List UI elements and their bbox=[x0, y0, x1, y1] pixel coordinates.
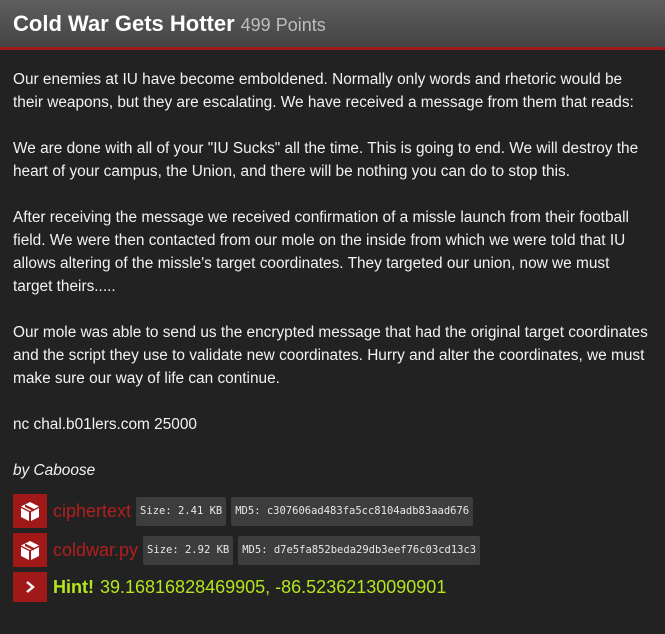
file-md5-badge: MD5: c307606ad483fa5cc8104adb83aad676 bbox=[231, 496, 474, 526]
description-paragraph-2: We are done with all of your "IU Sucks" … bbox=[13, 140, 639, 180]
description-paragraph-4: Our mole was able to send us the encrypt… bbox=[13, 324, 648, 387]
file-row-coldwar-py: coldwar.py Size: 2.92 KB MD5: d7e5fa852b… bbox=[13, 533, 652, 567]
file-link-coldwar-py[interactable]: coldwar.py bbox=[53, 539, 138, 562]
file-size-badge: Size: 2.92 KB bbox=[143, 535, 234, 565]
file-size-badge: Size: 2.41 KB bbox=[136, 496, 227, 526]
author-credit: by Caboose bbox=[13, 462, 96, 479]
package-icon[interactable] bbox=[13, 533, 47, 567]
challenge-title: Cold War Gets Hotter bbox=[13, 10, 235, 36]
file-row-ciphertext: ciphertext Size: 2.41 KB MD5: c307606ad4… bbox=[13, 494, 652, 528]
hint-row: Hint! 39.16816828469905, -86.52362130090… bbox=[13, 572, 652, 602]
hint-label[interactable]: Hint! bbox=[53, 576, 94, 599]
challenge-points: 499 Points bbox=[240, 14, 326, 35]
challenge-description: Our enemies at IU have become emboldened… bbox=[0, 50, 665, 602]
challenge-header: Cold War Gets Hotter 499 Points bbox=[0, 0, 665, 50]
connection-string[interactable]: nc chal.b01lers.com 25000 bbox=[13, 413, 652, 436]
package-icon[interactable] bbox=[13, 494, 47, 528]
challenge-panel: Cold War Gets Hotter 499 Points Our enem… bbox=[0, 0, 665, 634]
description-paragraph-1: Our enemies at IU have become emboldened… bbox=[13, 71, 634, 111]
file-md5-badge: MD5: d7e5fa852beda29db3eef76c03cd13c3 bbox=[238, 535, 481, 565]
description-paragraph-3: After receiving the message we received … bbox=[13, 209, 629, 295]
hint-value: 39.16816828469905, -86.52362130090901 bbox=[99, 576, 447, 597]
chevron-right-icon[interactable] bbox=[13, 572, 47, 602]
file-link-ciphertext[interactable]: ciphertext bbox=[53, 500, 131, 523]
